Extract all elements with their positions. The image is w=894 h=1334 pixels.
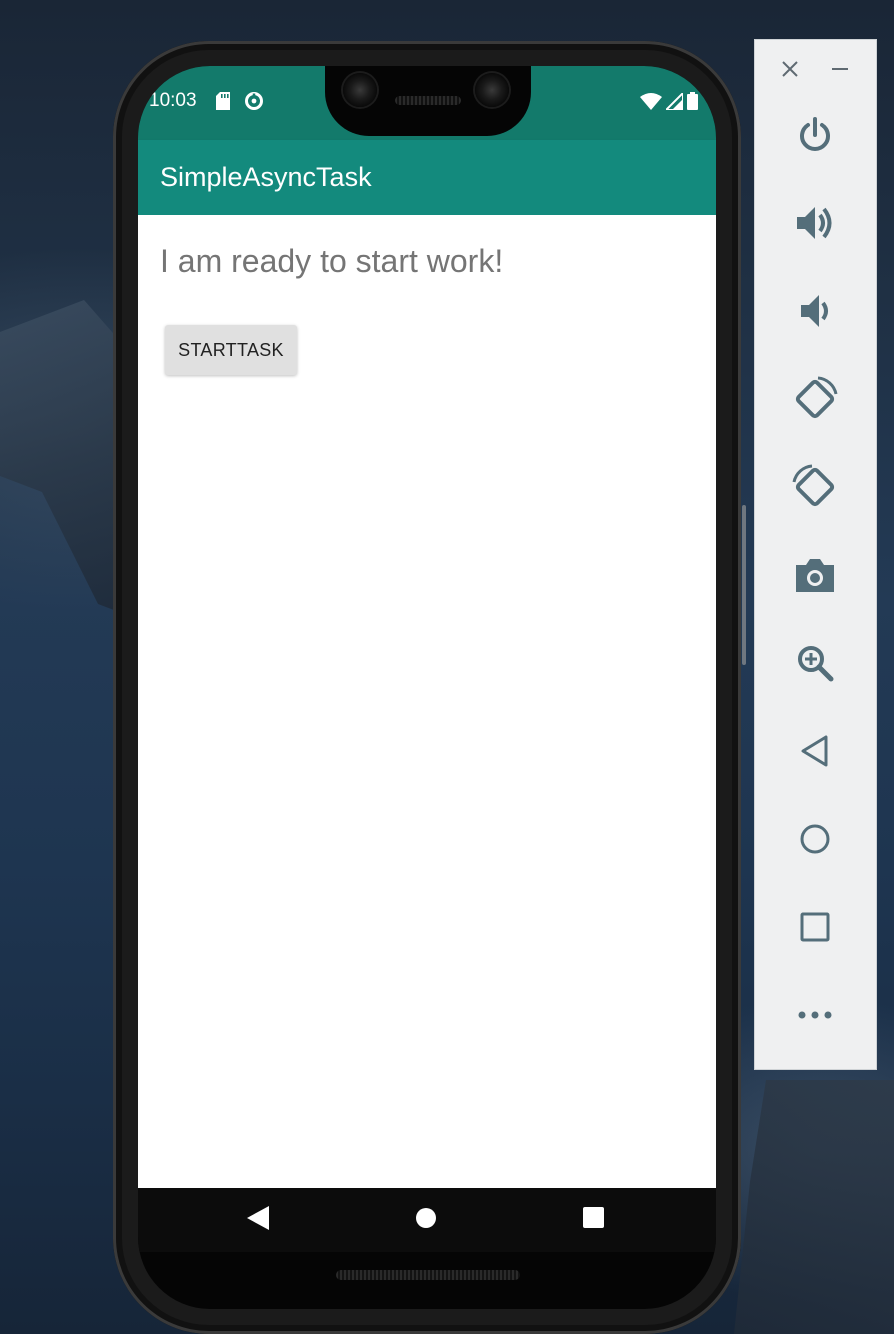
phone-side-button bbox=[742, 505, 746, 665]
nav-recents-button[interactable] bbox=[548, 1188, 638, 1252]
wifi-icon bbox=[640, 92, 662, 115]
rotate-right-icon[interactable] bbox=[791, 463, 839, 511]
nav-back-button[interactable] bbox=[213, 1188, 303, 1252]
back-icon[interactable] bbox=[791, 727, 839, 775]
back-icon bbox=[247, 1205, 269, 1235]
minimize-icon[interactable] bbox=[829, 58, 851, 80]
app-title: SimpleAsyncTask bbox=[160, 162, 372, 192]
power-icon[interactable] bbox=[791, 111, 839, 159]
phone-screen: 10:03 SimpleAsyncTask I am ready to star… bbox=[138, 66, 716, 1309]
earpiece-speaker bbox=[395, 96, 461, 105]
volume-up-icon[interactable] bbox=[791, 199, 839, 247]
display-notch bbox=[325, 66, 531, 136]
home-icon bbox=[415, 1207, 437, 1234]
home-icon[interactable] bbox=[791, 815, 839, 863]
more-icon[interactable] bbox=[791, 991, 839, 1039]
close-icon[interactable] bbox=[779, 58, 801, 80]
wallpaper-shore bbox=[734, 1080, 894, 1334]
rotate-left-icon[interactable] bbox=[791, 375, 839, 423]
nav-home-button[interactable] bbox=[381, 1188, 471, 1252]
bottom-speaker bbox=[336, 1270, 520, 1280]
app-bar: SimpleAsyncTask bbox=[138, 140, 716, 215]
start-task-button[interactable]: STARTTASK bbox=[165, 325, 297, 375]
front-camera-left bbox=[343, 73, 377, 107]
battery-icon bbox=[687, 92, 698, 115]
status-time: 10:03 bbox=[149, 90, 197, 111]
camera-icon[interactable] bbox=[791, 551, 839, 599]
navigation-bar bbox=[138, 1188, 716, 1252]
recents-icon bbox=[582, 1207, 604, 1233]
status-text: I am ready to start work! bbox=[160, 243, 504, 279]
phone-frame: 10:03 SimpleAsyncTask I am ready to star… bbox=[113, 41, 741, 1334]
sd-card-icon bbox=[216, 92, 230, 115]
cell-signal-icon bbox=[663, 90, 684, 115]
volume-down-icon[interactable] bbox=[791, 287, 839, 335]
overview-icon[interactable] bbox=[791, 903, 839, 951]
zoom-icon[interactable] bbox=[791, 639, 839, 687]
emulator-toolbar bbox=[755, 40, 876, 1069]
data-saver-icon bbox=[244, 91, 264, 116]
front-camera-right bbox=[475, 73, 509, 107]
main-content: I am ready to start work! STARTTASK bbox=[138, 215, 716, 1188]
